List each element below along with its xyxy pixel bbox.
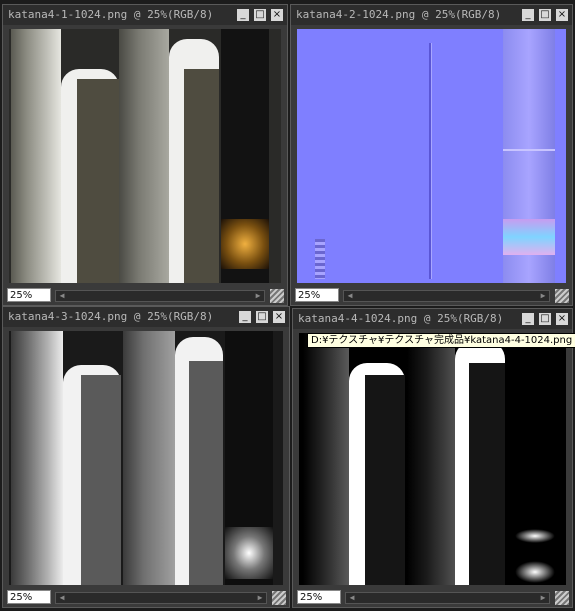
- horizontal-scrollbar[interactable]: ◀ ▶: [55, 290, 265, 302]
- document-window-2[interactable]: katana4-2-1024.png @ 25%(RGB/8) _ □ × 25…: [290, 4, 573, 306]
- texture-strip: [77, 79, 119, 283]
- minimize-button[interactable]: _: [522, 313, 534, 325]
- texture-strip: [221, 219, 269, 269]
- texture-strip: [81, 375, 121, 585]
- texture-strip: [11, 331, 63, 585]
- scroll-left-icon[interactable]: ◀: [56, 593, 68, 603]
- maximize-button[interactable]: □: [539, 313, 551, 325]
- resize-grip-icon[interactable]: [555, 289, 569, 303]
- texture-strip: [503, 219, 555, 255]
- status-bar: 25% ◀ ▶: [293, 589, 572, 607]
- texture-strip: [184, 69, 219, 283]
- document-window-1[interactable]: katana4-1-1024.png @ 25%(RGB/8) _ □ × 25…: [2, 4, 288, 306]
- texture-strip: [503, 149, 555, 151]
- minimize-button[interactable]: _: [237, 9, 249, 21]
- status-bar: 25% ◀ ▶: [291, 287, 572, 305]
- close-button[interactable]: ×: [271, 9, 283, 21]
- document-window-3[interactable]: katana4-3-1024.png @ 25%(RGB/8) _ □ × 25…: [2, 306, 290, 608]
- minimize-button[interactable]: _: [522, 9, 534, 21]
- scroll-left-icon[interactable]: ◀: [56, 291, 68, 301]
- close-button[interactable]: ×: [556, 9, 568, 21]
- zoom-field[interactable]: 25%: [7, 590, 51, 604]
- resize-grip-icon[interactable]: [555, 591, 569, 605]
- texture-strip: [365, 375, 405, 585]
- horizontal-scrollbar[interactable]: ◀ ▶: [343, 290, 550, 302]
- texture-strip: [189, 361, 223, 585]
- document-window-4[interactable]: katana4-4-1024.png @ 25%(RGB/8) _ □ × D:…: [292, 308, 575, 608]
- maximize-button[interactable]: □: [254, 9, 266, 21]
- scroll-left-icon[interactable]: ◀: [344, 291, 356, 301]
- texture-strip: [407, 333, 455, 585]
- close-button[interactable]: ×: [273, 311, 285, 323]
- file-path-tooltip: D:¥テクスチャ¥テクスチャ完成品¥katana4-4-1024.png @: [307, 333, 575, 348]
- minimize-button[interactable]: _: [239, 311, 251, 323]
- resize-grip-icon[interactable]: [270, 289, 284, 303]
- scroll-right-icon[interactable]: ▶: [537, 593, 549, 603]
- zoom-field[interactable]: 25%: [7, 288, 51, 302]
- texture-strip: [303, 333, 349, 585]
- texture-strip: [515, 561, 555, 583]
- texture-strip: [469, 363, 505, 585]
- texture-canvas[interactable]: [9, 331, 283, 585]
- texture-canvas[interactable]: [299, 333, 566, 585]
- zoom-field[interactable]: 25%: [295, 288, 339, 302]
- texture-strip: [515, 529, 555, 543]
- texture-strip: [11, 29, 61, 283]
- texture-canvas[interactable]: [9, 29, 281, 283]
- status-bar: 25% ◀ ▶: [3, 287, 287, 305]
- scroll-right-icon[interactable]: ▶: [252, 291, 264, 301]
- texture-strip: [315, 239, 325, 279]
- horizontal-scrollbar[interactable]: ◀ ▶: [55, 592, 267, 604]
- texture-strip: [123, 331, 175, 585]
- texture-strip: [225, 527, 273, 579]
- scroll-right-icon[interactable]: ▶: [537, 291, 549, 301]
- maximize-button[interactable]: □: [539, 9, 551, 21]
- texture-strip: [119, 29, 169, 283]
- horizontal-scrollbar[interactable]: ◀ ▶: [345, 592, 550, 604]
- resize-grip-icon[interactable]: [272, 591, 286, 605]
- close-button[interactable]: ×: [556, 313, 568, 325]
- status-bar: 25% ◀ ▶: [3, 589, 289, 607]
- scroll-left-icon[interactable]: ◀: [346, 593, 358, 603]
- maximize-button[interactable]: □: [256, 311, 268, 323]
- zoom-field[interactable]: 25%: [297, 590, 341, 604]
- texture-canvas[interactable]: [297, 29, 566, 283]
- scroll-right-icon[interactable]: ▶: [254, 593, 266, 603]
- normal-map-line: [429, 43, 431, 279]
